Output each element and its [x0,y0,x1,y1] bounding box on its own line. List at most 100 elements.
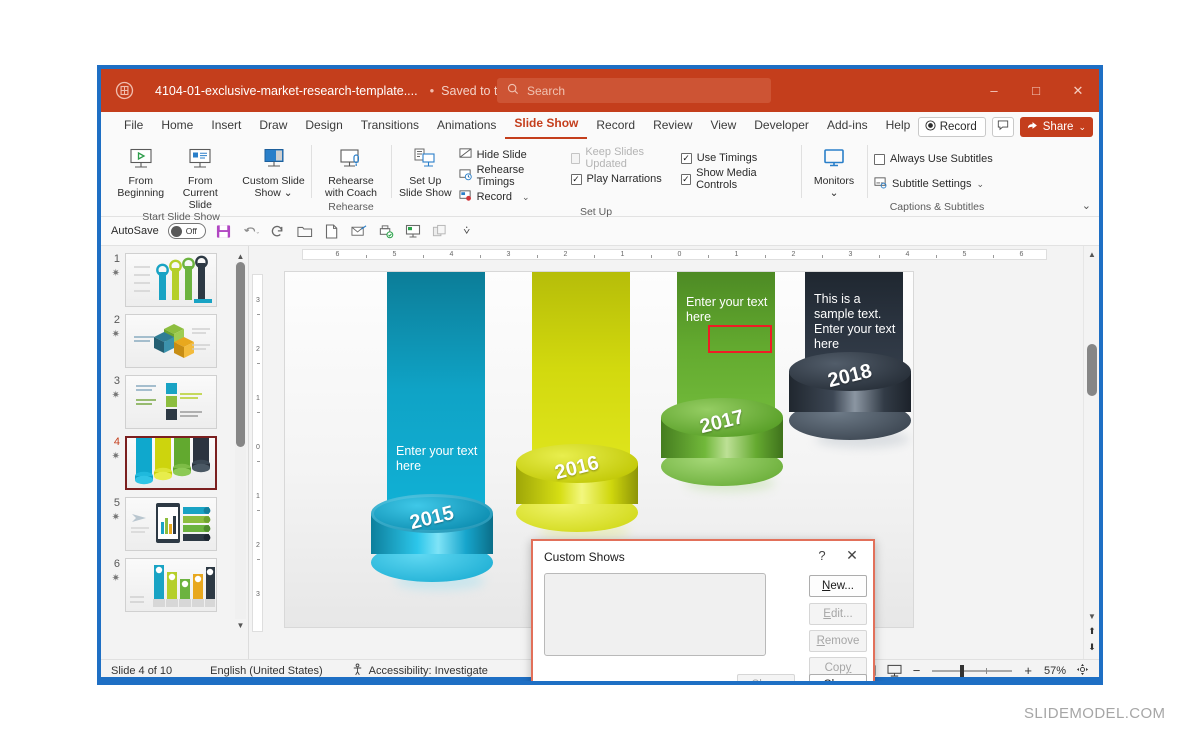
zoom-out-button[interactable]: − [909,663,925,678]
tab-transitions[interactable]: Transitions [352,114,428,139]
play-narrations-checkbox[interactable]: Play Narrations [568,170,678,188]
tab-draw[interactable]: Draw [250,114,296,139]
chevron-down-icon[interactable]: ⌄ [522,192,530,203]
close-button[interactable]: ✕ [1057,69,1099,112]
from-beginning-icon [128,146,154,172]
start-slideshow-icon[interactable] [404,222,422,240]
cylinder-2015[interactable]: 2015 [371,494,493,582]
scroll-down-arrow[interactable]: ▼ [235,619,246,631]
dialog-help-button[interactable]: ? [813,548,831,563]
thumbnail-preview-6[interactable] [125,558,217,612]
set-up-slide-show-icon [412,146,438,172]
canvas-scrollbar-thumb[interactable] [1087,344,1097,396]
thumb-num-text: 3 [113,375,120,387]
previous-slide-button[interactable]: ⬆ [1086,626,1098,637]
comments-button[interactable] [991,117,1014,137]
from-beginning-button[interactable]: From Beginning [111,142,171,199]
from-current-slide-button[interactable]: From Current Slide [171,142,231,211]
dialog-close-button[interactable]: ✕ [843,547,861,564]
search-input[interactable]: Search [497,78,771,103]
cylinder-2016[interactable]: 2016 [516,444,638,532]
tab-review[interactable]: Review [644,114,701,139]
dialog-new-button[interactable]: New... [809,575,867,597]
tab-slide-show[interactable]: Slide Show [505,112,588,139]
dialog-remove-button[interactable]: Remove [809,630,867,652]
thumbnail-scrollbar[interactable]: ▲ ▼ [235,250,246,631]
chevron-down-icon[interactable]: ⌄ [977,179,985,190]
slide-text-2017[interactable]: Enter your text here [686,295,768,325]
cylinder-2017[interactable]: 2017 [661,398,783,486]
document-title[interactable]: 4104-01-exclusive-market-research-templa… [155,84,418,98]
slide-thumbnail-pane[interactable]: 1 ✷ 2 ✷ 3 ✷ 4 ✷ 5 ✷ 6 ✷ ▲ ▼ [101,246,249,659]
always-use-subtitles-checkbox[interactable]: Always Use Subtitles [871,150,996,168]
rehearse-timings-button[interactable]: Rehearse Timings [456,164,568,188]
custom-shows-dialog[interactable]: Custom Shows ? ✕ New... Edit... Remove C… [531,539,875,681]
thumbnail-preview-2[interactable] [125,314,217,368]
language-indicator[interactable]: English (United States) [182,665,333,677]
thumbnail-preview-5[interactable] [125,497,217,551]
tab-developer[interactable]: Developer [745,114,818,139]
thumbnail-item-6[interactable]: 6 ✷ [101,551,248,612]
canvas-scrollbar[interactable]: ▲ ▼ ⬆ ⬇ [1083,246,1099,659]
customize-qat-icon[interactable]: ⩒ [458,222,476,240]
subtitle-settings-button[interactable]: Subtitle Settings ⌄ [871,175,996,193]
email-icon[interactable] [350,222,368,240]
maximize-button[interactable]: □ [1015,69,1057,112]
tab-add-ins[interactable]: Add-ins [818,114,877,139]
record-slide-show-button[interactable]: Record ⌄ [456,188,568,206]
record-button[interactable]: Record [917,117,986,137]
zoom-slider-knob[interactable] [960,664,965,677]
open-folder-icon[interactable] [296,222,314,240]
thumbnail-item-3[interactable]: 3 ✷ [101,368,248,429]
share-button[interactable]: Share ⌄ [1019,117,1093,137]
zoom-in-button[interactable]: + [1020,663,1036,678]
thumbnail-item-1[interactable]: 1 ✷ [101,246,248,307]
horizontal-ruler: 6 5 4 3 2 1 0 1 2 3 4 5 6 [265,246,1083,263]
tab-home[interactable]: Home [152,114,202,139]
dialog-show-button[interactable]: Show [737,674,795,681]
tab-help[interactable]: Help [877,114,920,139]
thumbnail-preview-3[interactable] [125,375,217,429]
thumbnail-item-5[interactable]: 5 ✷ [101,490,248,551]
show-media-controls-checkbox[interactable]: Show Media Controls [678,167,797,191]
custom-shows-list[interactable] [544,573,766,656]
hide-slide-button[interactable]: Hide Slide [456,146,568,164]
dialog-close-action-button[interactable]: Close [809,674,867,681]
tab-insert[interactable]: Insert [202,114,250,139]
print-preview-icon[interactable] [377,222,395,240]
tab-design[interactable]: Design [296,114,351,139]
minimize-button[interactable]: – [973,69,1015,112]
monitors-button[interactable]: Monitors ⌄ [805,142,863,199]
thumbnail-item-2[interactable]: 2 ✷ [101,307,248,368]
comment-icon [997,118,1009,136]
scrollbar-thumb[interactable] [236,262,245,447]
custom-slide-show-button[interactable]: Custom Slide Show ⌄ [240,142,307,199]
duplicate-icon[interactable] [431,222,449,240]
tab-animations[interactable]: Animations [428,114,505,139]
redo-icon[interactable] [269,222,287,240]
next-slide-button[interactable]: ⬇ [1086,642,1098,653]
thumbnail-preview-4[interactable] [125,436,217,490]
canvas-scroll-up-arrow[interactable]: ▲ [1086,248,1098,260]
zoom-slider[interactable] [932,664,1013,677]
slide-text-2018[interactable]: This is a sample text. Enter your text h… [814,292,898,352]
thumbnail-preview-1[interactable] [125,253,217,307]
scroll-up-arrow[interactable]: ▲ [235,250,246,262]
canvas-scroll-down-arrow[interactable]: ▼ [1086,612,1098,621]
use-timings-checkbox[interactable]: Use Timings [678,149,797,167]
zoom-level[interactable]: 57% [1038,665,1072,677]
powerpoint-window: 4104-01-exclusive-market-research-templa… [97,65,1103,685]
slide-text-2015[interactable]: Enter your text here [396,444,478,474]
rehearse-with-coach-button[interactable]: Rehearse with Coach [315,142,387,199]
collapse-ribbon-button[interactable]: ⌄ [1082,199,1091,212]
tab-file[interactable]: File [115,114,152,139]
new-file-icon[interactable] [323,222,341,240]
set-up-slide-show-button[interactable]: Set Up Slide Show [395,142,456,199]
tab-record[interactable]: Record [587,114,644,139]
dialog-edit-button[interactable]: Edit... [809,603,867,625]
keep-slides-updated-checkbox[interactable]: Keep Slides Updated [568,146,678,170]
cylinder-2018[interactable]: 2018 [789,352,911,440]
thumbnail-item-4[interactable]: 4 ✷ [101,429,248,490]
slide-counter[interactable]: Slide 4 of 10 [101,665,182,677]
tab-view[interactable]: View [701,114,745,139]
